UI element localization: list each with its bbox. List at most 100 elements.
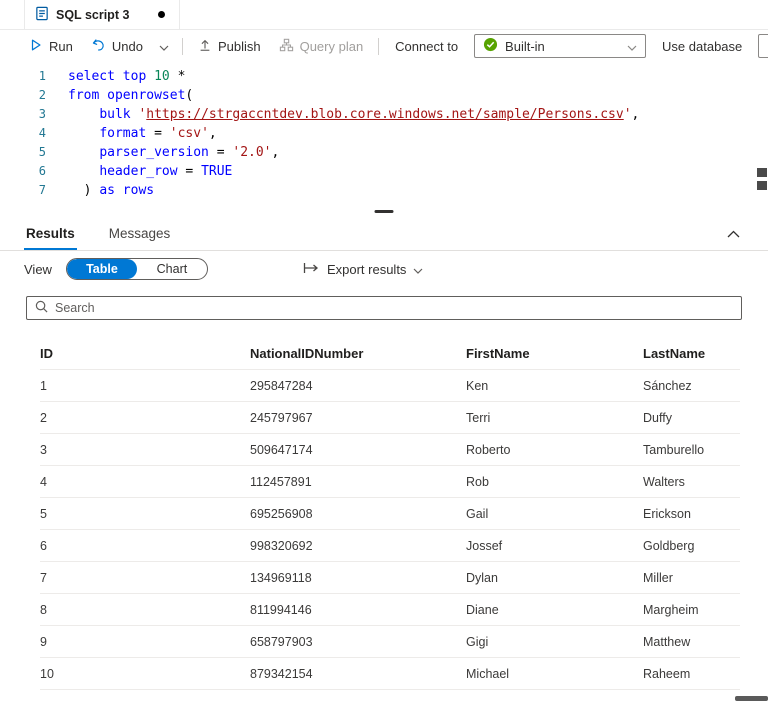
table-cell: 658797903 xyxy=(250,634,313,649)
query-plan-button: Query plan xyxy=(270,30,373,62)
code-line: 5 parser_version = '2.0', xyxy=(0,143,768,162)
toolbar: Run Undo Publish Query plan Connect to B… xyxy=(0,30,768,62)
table-cell: Margheim xyxy=(643,602,699,617)
tab-messages[interactable]: Messages xyxy=(107,217,173,250)
view-toggle: Table Chart xyxy=(65,258,208,280)
code-line: 3 bulk 'https://strgaccntdev.blob.core.w… xyxy=(0,105,768,124)
grid-body: 1 295847284 Ken Sánchez 2 245797967 Terri Duffy… xyxy=(40,370,740,690)
code-text: from openrowset( xyxy=(68,88,194,103)
table-cell: 9 xyxy=(40,634,47,649)
page-horizontal-scrollbar[interactable] xyxy=(735,696,768,701)
table-cell: Duffy xyxy=(643,410,672,425)
column-header-nationalidnumber[interactable]: NationalIDNumber xyxy=(250,346,466,361)
table-row[interactable]: 5 695256908 Gail Erickson xyxy=(40,498,740,530)
search-box xyxy=(26,296,742,320)
code-text: format = 'csv', xyxy=(99,126,217,141)
table-cell: 695256908 xyxy=(250,506,313,521)
results-view-row: View Table Chart Export results xyxy=(0,252,768,286)
use-database-select[interactable]: master xyxy=(758,34,768,58)
table-row[interactable]: 2 245797967 Terri Duffy xyxy=(40,402,740,434)
code-lines: 1 select top 10 * 2 from openrowset(3 bulk … xyxy=(0,67,768,200)
table-row[interactable]: 4 112457891 Rob Walters xyxy=(40,466,740,498)
view-label: View xyxy=(24,261,52,277)
table-cell: Rob xyxy=(466,474,489,489)
table-cell: 2 xyxy=(40,410,47,425)
tab-results-label: Results xyxy=(26,226,75,241)
table-cell: Miller xyxy=(643,570,673,585)
collapse-panel-button[interactable] xyxy=(723,217,744,250)
table-cell: Raheem xyxy=(643,666,691,681)
tab-title: SQL script 3 xyxy=(56,7,130,22)
table-cell: 10 xyxy=(40,666,54,681)
table-cell: Tamburello xyxy=(643,442,705,457)
run-button[interactable]: Run xyxy=(20,30,82,62)
table-row[interactable]: 1 295847284 Ken Sánchez xyxy=(40,370,740,402)
column-header-lastname[interactable]: LastName xyxy=(643,346,740,361)
line-number: 7 xyxy=(38,183,46,197)
publish-icon xyxy=(198,38,212,55)
chevron-down-icon xyxy=(627,39,637,54)
table-row[interactable]: 8 811994146 Diane Margheim xyxy=(40,594,740,626)
table-cell: Dylan xyxy=(466,570,498,585)
line-number: 6 xyxy=(38,164,46,178)
column-header-id[interactable]: ID xyxy=(40,346,250,361)
table-cell: 245797967 xyxy=(250,410,313,425)
chevron-down-icon xyxy=(413,262,423,277)
table-row[interactable]: 3 509647174 Roberto Tamburello xyxy=(40,434,740,466)
export-results-button[interactable]: Export results xyxy=(303,262,423,277)
table-row[interactable]: 9 658797903 Gigi Matthew xyxy=(40,626,740,658)
tab-messages-label: Messages xyxy=(108,226,171,241)
table-row[interactable]: 7 134969118 Dylan Miller xyxy=(40,562,740,594)
column-header-firstname[interactable]: FirstName xyxy=(466,346,643,361)
code-text: bulk 'https://strgaccntdev.blob.core.win… xyxy=(99,107,640,122)
export-results-label: Export results xyxy=(326,261,407,277)
table-cell: 112457891 xyxy=(250,474,312,489)
table-cell: Jossef xyxy=(466,538,503,553)
table-cell: Ken xyxy=(466,378,489,393)
connect-to-value: Built-in xyxy=(505,38,545,54)
tab-sql-script-3[interactable]: SQL script 3 xyxy=(24,0,181,29)
table-row[interactable]: 10 879342154 Michael Raheem xyxy=(40,658,740,690)
table-cell: 4 xyxy=(40,474,47,489)
results-grid: ID NationalIDNumber FirstName LastName 1 295… xyxy=(40,338,740,690)
table-row[interactable]: 6 998320692 Jossef Goldberg xyxy=(40,530,740,562)
connect-to-label: Connect to xyxy=(395,38,459,54)
panel-resize-handle[interactable] xyxy=(0,207,768,217)
chevron-down-icon xyxy=(159,39,169,54)
table-cell: 879342154 xyxy=(250,666,313,681)
line-number: 1 xyxy=(38,69,46,83)
table-cell: 1 xyxy=(40,378,47,393)
table-cell: 6 xyxy=(40,538,47,553)
undo-button[interactable]: Undo xyxy=(82,30,152,62)
table-cell: Matthew xyxy=(643,634,691,649)
publish-label: Publish xyxy=(217,38,261,54)
builtin-status-icon xyxy=(483,37,498,55)
table-cell: 5 xyxy=(40,506,47,521)
code-line: 7 ) as rows xyxy=(0,181,768,200)
view-table-button[interactable]: Table xyxy=(66,259,137,279)
table-cell: Gigi xyxy=(466,634,489,649)
table-cell: 295847284 xyxy=(250,378,313,393)
tab-results[interactable]: Results xyxy=(24,217,77,250)
code-line: 6 header_row = TRUE xyxy=(0,162,768,181)
table-cell: 134969118 xyxy=(250,570,312,585)
sql-file-icon xyxy=(35,6,49,24)
table-cell: Walters xyxy=(643,474,685,489)
connect-to-select[interactable]: Built-in xyxy=(474,34,647,58)
table-cell: 998320692 xyxy=(250,538,313,553)
editor-vertical-scrollbar[interactable] xyxy=(757,181,767,190)
view-chart-button[interactable]: Chart xyxy=(137,259,207,279)
search-input[interactable] xyxy=(55,301,733,315)
editor-vertical-scrollbar[interactable] xyxy=(757,168,767,177)
publish-button[interactable]: Publish xyxy=(189,30,270,62)
query-plan-label: Query plan xyxy=(299,38,364,54)
code-line: 4 format = 'csv', xyxy=(0,124,768,143)
line-number: 4 xyxy=(38,126,46,140)
sql-editor[interactable]: 1 select top 10 * 2 from openrowset(3 bulk … xyxy=(0,62,768,207)
table-cell: Michael xyxy=(466,666,510,681)
run-more-dropdown-button[interactable] xyxy=(152,39,176,54)
code-text: parser_version = '2.0', xyxy=(99,145,280,160)
unsaved-changes-dot xyxy=(158,11,166,18)
line-number: 2 xyxy=(38,88,46,102)
table-cell: 7 xyxy=(40,570,47,585)
